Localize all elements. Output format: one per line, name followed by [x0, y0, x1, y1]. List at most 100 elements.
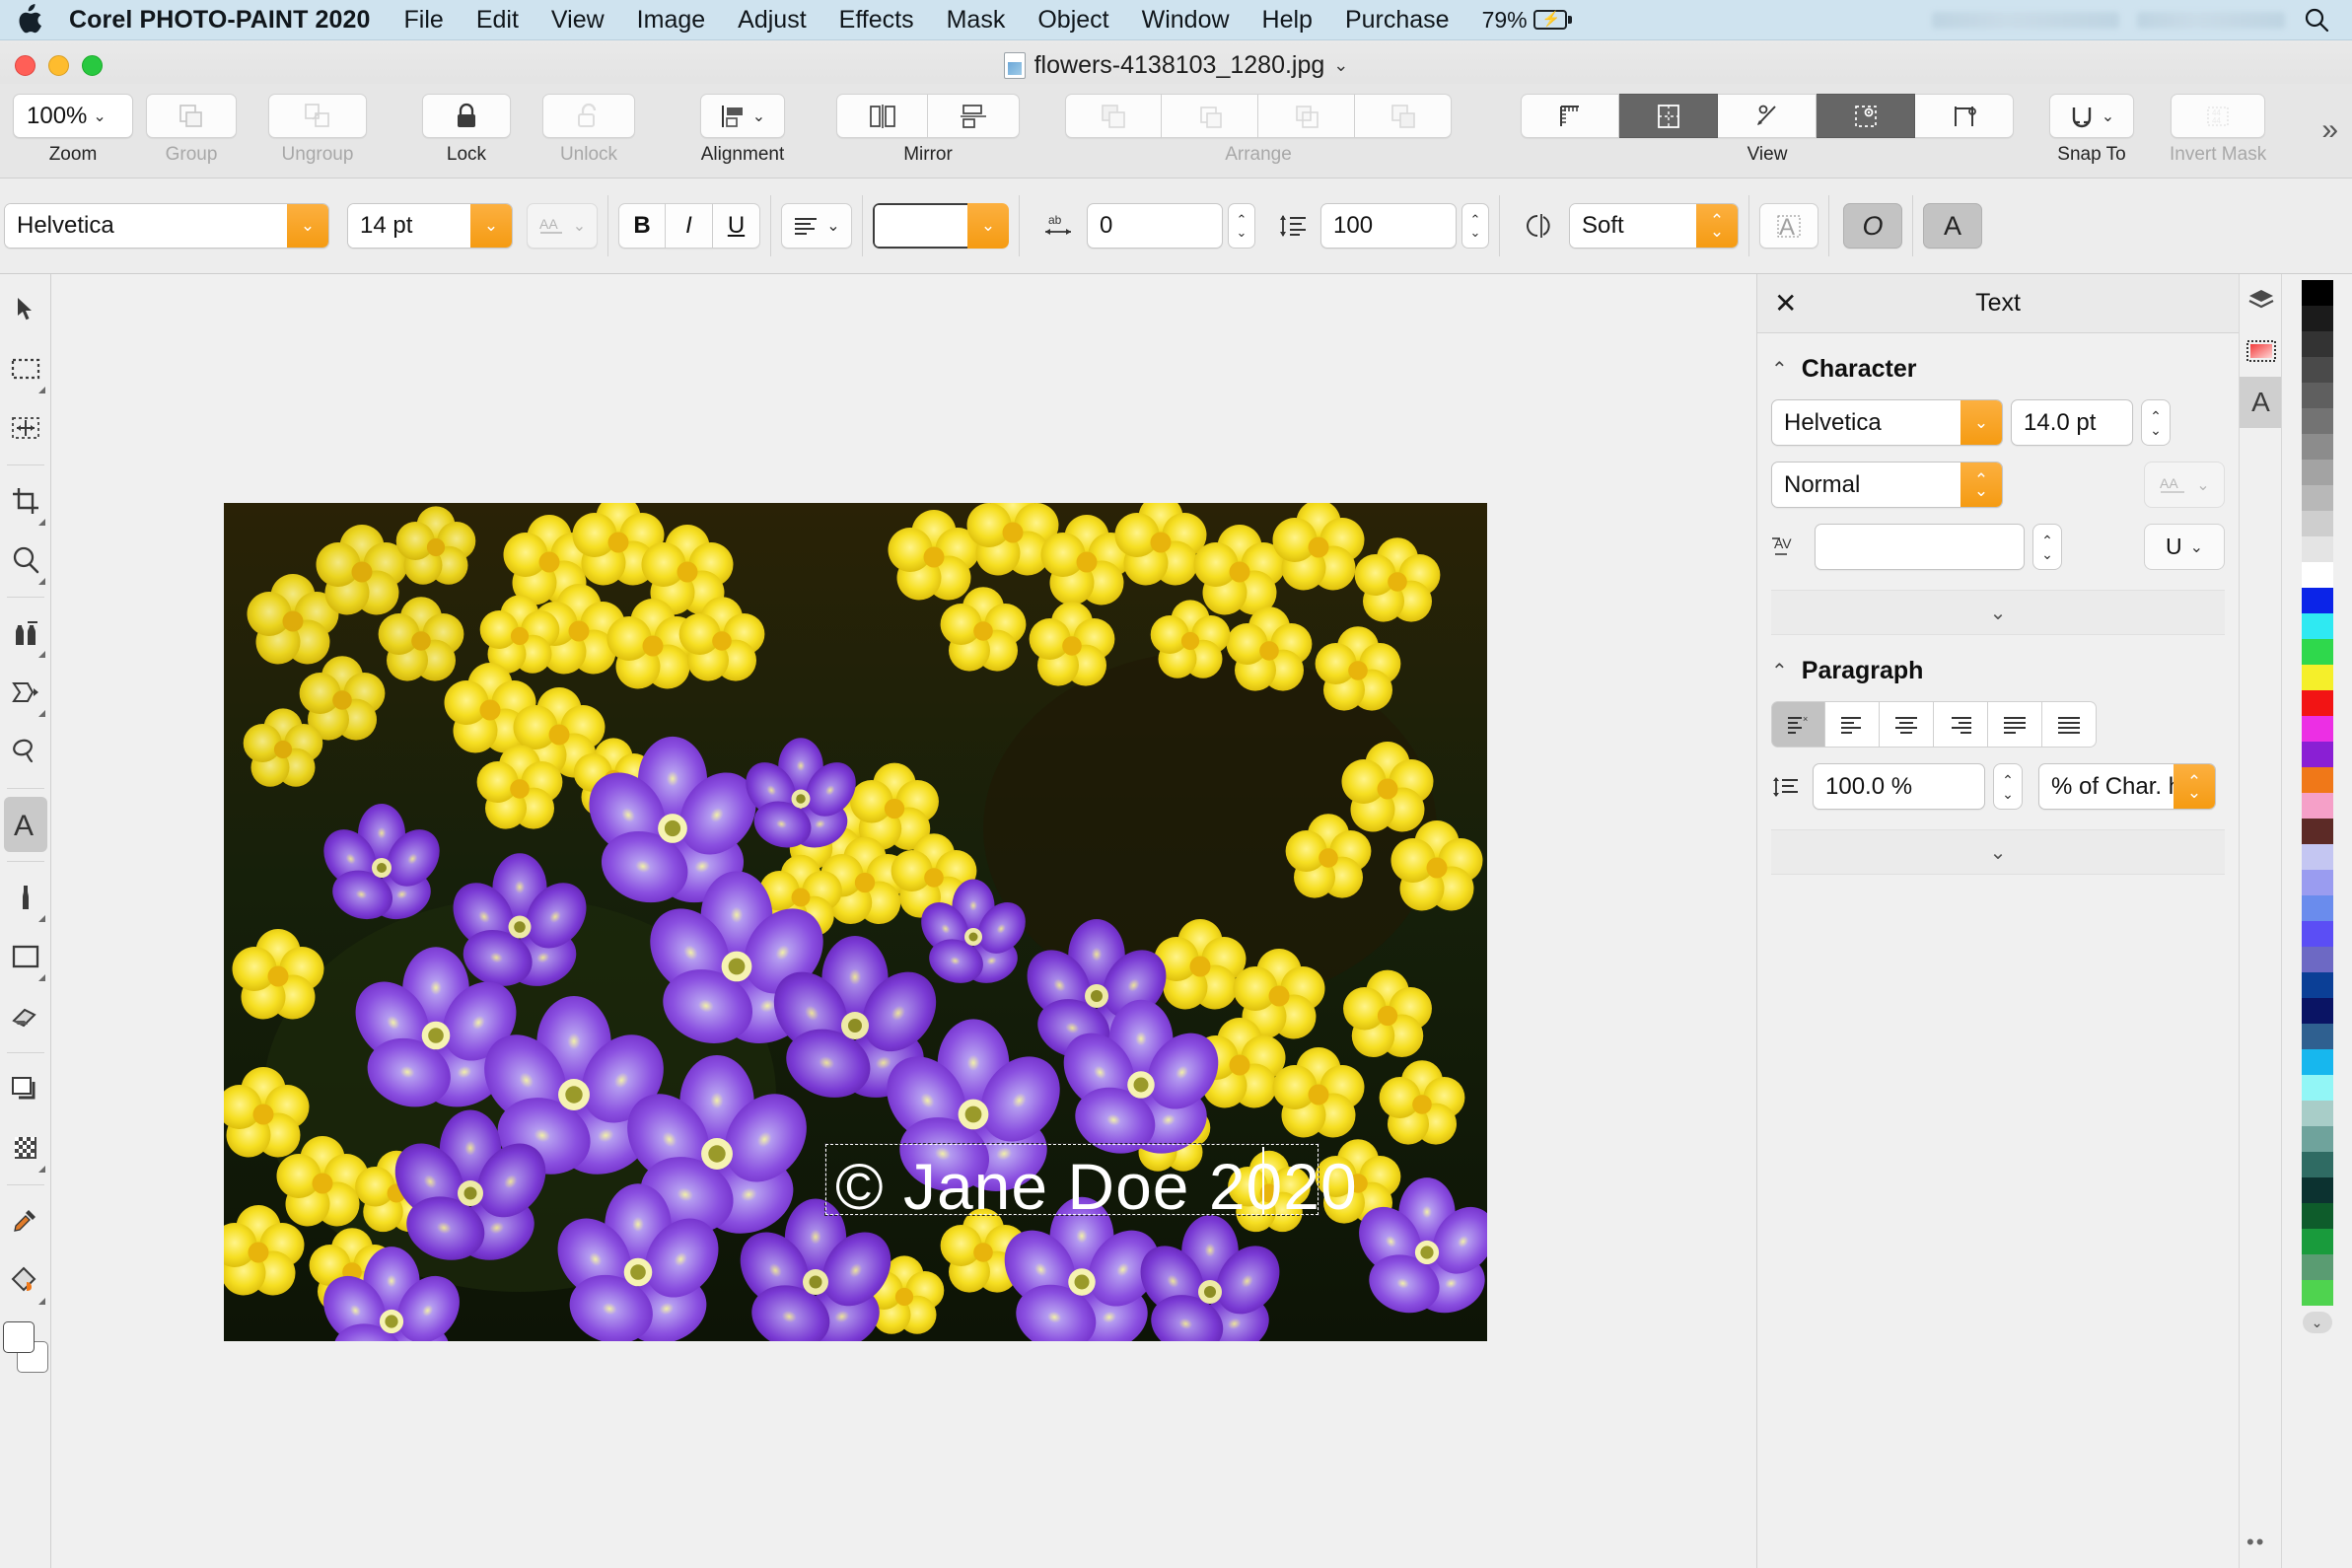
menu-item-effects[interactable]: Effects: [839, 6, 914, 35]
zoom-level-combo[interactable]: 100% ⌄: [13, 94, 133, 138]
bring-forward-button[interactable]: [1162, 94, 1258, 138]
image-canvas[interactable]: © Jane Doe 2020: [224, 503, 1487, 1341]
lock-button[interactable]: [422, 94, 511, 138]
text-options-button[interactable]: A: [1923, 203, 1982, 249]
object-transparency-tool[interactable]: [4, 1061, 47, 1116]
align-none-button[interactable]: ×: [1771, 701, 1825, 748]
tool-flyout-indicator[interactable]: [37, 1298, 45, 1305]
tool-flyout-indicator[interactable]: [37, 915, 45, 922]
palette-swatch[interactable]: [2301, 665, 2333, 690]
palette-swatch[interactable]: [2301, 357, 2333, 383]
font-size-combo[interactable]: 14 pt ⌄: [347, 203, 513, 249]
palette-swatch[interactable]: [2301, 562, 2333, 588]
interactive-fill-tool[interactable]: [4, 1252, 47, 1308]
send-backward-button[interactable]: [1258, 94, 1355, 138]
chevron-down-icon[interactable]: ⌄: [2302, 1312, 2332, 1333]
zoom-tool[interactable]: [4, 533, 47, 588]
palette-swatch[interactable]: [2301, 844, 2333, 870]
docker-font-size-stepper[interactable]: ⌃ ⌄: [2141, 399, 2171, 446]
palette-swatch[interactable]: [2301, 1126, 2333, 1152]
underline-button[interactable]: U: [713, 203, 760, 249]
anti-alias-combo[interactable]: Soft ⌃ ⌄: [1569, 203, 1739, 249]
tool-flyout-indicator[interactable]: [37, 974, 45, 981]
palette-swatch[interactable]: [2301, 1101, 2333, 1126]
toolbar-overflow-button[interactable]: »: [2321, 113, 2338, 147]
docker-line-spacing-input[interactable]: 100.0 %: [1813, 763, 1985, 810]
palette-options-icon[interactable]: ••: [2246, 1530, 2265, 1555]
palette-swatch[interactable]: [2301, 306, 2333, 331]
palette-swatch[interactable]: [2301, 408, 2333, 434]
docker-line-spacing-stepper[interactable]: ⌃ ⌄: [1993, 763, 2023, 810]
align-right-button[interactable]: [1934, 701, 1988, 748]
guidelines-button[interactable]: [1718, 94, 1817, 138]
align-center-button[interactable]: [1880, 701, 1934, 748]
docker-kerning-stepper[interactable]: ⌃ ⌄: [2032, 524, 2062, 570]
palette-swatch[interactable]: [2301, 588, 2333, 613]
clone-tool[interactable]: [4, 606, 47, 661]
palette-swatch[interactable]: [2301, 1203, 2333, 1229]
canvas-area[interactable]: © Jane Doe 2020: [51, 274, 1756, 1568]
palette-swatch[interactable]: [2301, 716, 2333, 742]
close-icon[interactable]: ✕: [1774, 289, 1797, 318]
group-objects-button[interactable]: [146, 94, 237, 138]
tool-flyout-indicator[interactable]: [37, 1166, 45, 1173]
change-case-button[interactable]: AA ⌄: [527, 203, 598, 249]
align-justify-button[interactable]: [1988, 701, 2042, 748]
palette-swatch[interactable]: [2301, 998, 2333, 1024]
send-to-back-button[interactable]: [1355, 94, 1452, 138]
character-expand-button[interactable]: ⌄: [1771, 590, 2225, 635]
menu-item-file[interactable]: File: [404, 6, 444, 35]
paragraph-section-header[interactable]: ⌃ Paragraph: [1757, 635, 2239, 701]
snap-guides-button[interactable]: [1817, 94, 1915, 138]
sharpen-tool[interactable]: [4, 724, 47, 779]
palette-swatch[interactable]: [2301, 1049, 2333, 1075]
line-spacing-stepper[interactable]: ⌃ ⌄: [1461, 203, 1489, 249]
menu-item-purchase[interactable]: Purchase: [1345, 6, 1450, 35]
paragraph-expand-button[interactable]: ⌄: [1771, 829, 2225, 875]
palette-swatch[interactable]: [2301, 331, 2333, 357]
palette-swatch[interactable]: [2301, 947, 2333, 972]
search-icon[interactable]: [2303, 6, 2330, 34]
docker-underline-button[interactable]: U ⌄: [2144, 524, 2225, 570]
pick-tool[interactable]: [4, 282, 47, 337]
paint-tool[interactable]: [4, 870, 47, 925]
eraser-tool[interactable]: [4, 988, 47, 1043]
apple-logo-icon[interactable]: [18, 4, 43, 34]
align-force-justify-button[interactable]: [2042, 701, 2097, 748]
character-spacing-input[interactable]: 0: [1087, 203, 1223, 249]
docker-change-case-button[interactable]: AA ⌄: [2144, 462, 2225, 508]
tool-flyout-indicator[interactable]: [37, 710, 45, 717]
eyedropper-tool[interactable]: [4, 1193, 47, 1248]
rulers-button[interactable]: [1521, 94, 1619, 138]
palette-swatch[interactable]: [2301, 793, 2333, 819]
menu-item-mask[interactable]: Mask: [947, 6, 1006, 35]
palette-swatch[interactable]: [2301, 1075, 2333, 1101]
menu-item-object[interactable]: Object: [1037, 6, 1108, 35]
character-spacing-stepper[interactable]: ⌃ ⌄: [1228, 203, 1255, 249]
character-section-header[interactable]: ⌃ Character: [1757, 333, 2239, 399]
menu-item-image[interactable]: Image: [637, 6, 705, 35]
crop-tool[interactable]: [4, 473, 47, 529]
align-left-button[interactable]: [1825, 701, 1880, 748]
wrap-text-button[interactable]: O: [1843, 203, 1902, 249]
objects-docker-button[interactable]: [2240, 274, 2282, 325]
text-align-button[interactable]: ⌄: [781, 203, 852, 249]
tool-flyout-indicator[interactable]: [37, 387, 45, 393]
text-docker-button[interactable]: A: [2240, 377, 2282, 428]
palette-swatch[interactable]: [2301, 485, 2333, 511]
palette-swatch[interactable]: [2301, 511, 2333, 536]
palette-swatch[interactable]: [2301, 1024, 2333, 1049]
document-menu-chevron-icon[interactable]: ⌄: [1333, 55, 1348, 76]
palette-swatch[interactable]: [2301, 1229, 2333, 1254]
menu-item-help[interactable]: Help: [1262, 6, 1313, 35]
palette-swatch[interactable]: [2301, 870, 2333, 895]
mirror-horizontal-button[interactable]: [836, 94, 928, 138]
rectangle-mask-tool[interactable]: [4, 341, 47, 396]
palette-swatch[interactable]: [2301, 972, 2333, 998]
chevron-up-icon[interactable]: ⌃: [1771, 357, 1788, 382]
alignment-button[interactable]: ⌄: [700, 94, 785, 138]
menu-item-adjust[interactable]: Adjust: [738, 6, 806, 35]
unlock-button[interactable]: [542, 94, 635, 138]
color-docker-button[interactable]: [2240, 325, 2282, 377]
text-tool[interactable]: A: [3, 797, 47, 852]
